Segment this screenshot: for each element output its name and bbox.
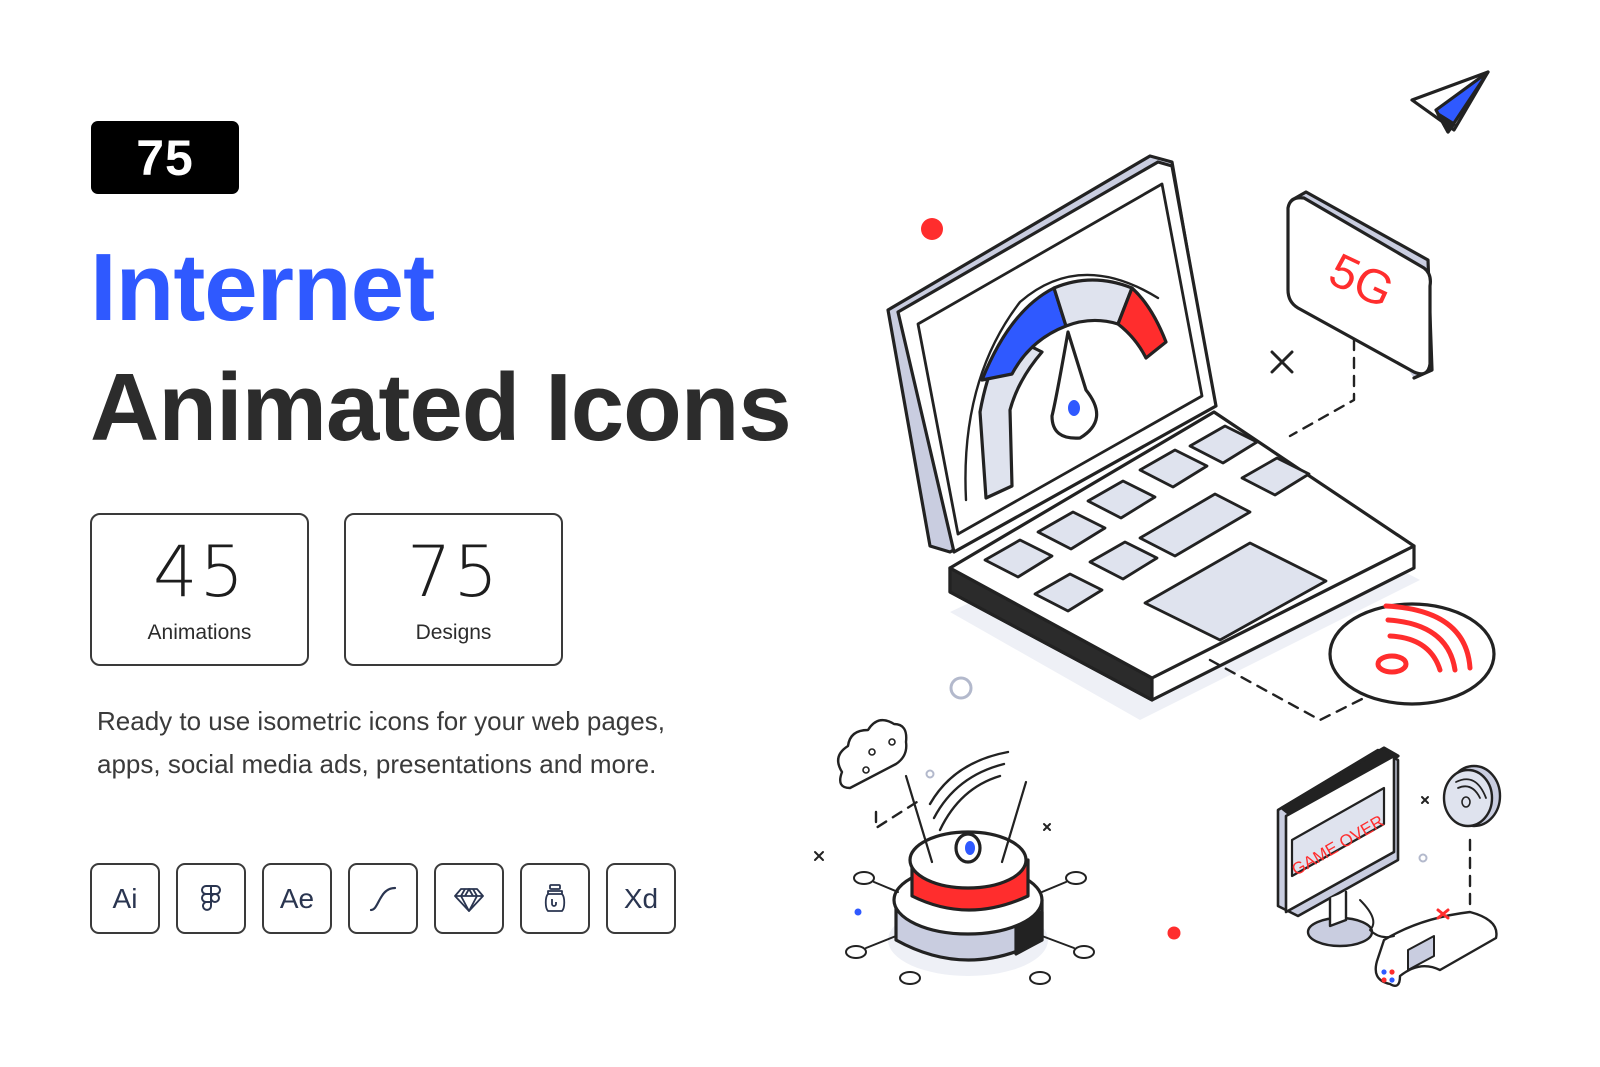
isometric-illustration: 5G GAME OVER — [702, 40, 1600, 1040]
ring-decoration — [949, 676, 973, 700]
lottie-jar-icon — [520, 863, 590, 934]
ring-decoration — [1418, 853, 1428, 863]
tool-label: Ai — [112, 882, 138, 914]
wifi-coin-icon — [1442, 764, 1502, 828]
ring-decoration — [925, 769, 935, 779]
stat-card-designs: 75 Designs — [344, 513, 563, 666]
red-dot-decoration — [921, 218, 943, 240]
gamepad-icon — [1359, 899, 1498, 987]
stat-value: 45 — [152, 531, 247, 613]
blue-dot-decoration — [854, 908, 862, 916]
stat-card-animations: 45 Animations — [90, 513, 309, 666]
sketch-diamond-icon — [434, 863, 504, 934]
title-animated-icons: Animated Icons — [90, 354, 792, 461]
stat-label: Designs — [415, 621, 492, 644]
tool-label: Xd — [623, 882, 659, 914]
stat-value: 75 — [406, 531, 501, 613]
illustrator-icon: Ai — [90, 863, 160, 934]
count-badge: 75 — [91, 121, 239, 194]
game-monitor-icon: GAME OVER — [1276, 746, 1400, 948]
figma-icon — [176, 863, 246, 934]
cloud-icon — [836, 718, 908, 790]
red-dot-decoration — [1167, 926, 1181, 940]
wifi-disc-icon — [1328, 602, 1496, 706]
paper-plane-icon — [1410, 70, 1490, 134]
5g-sign-icon: 5G — [1286, 190, 1434, 380]
stat-label: Animations — [147, 621, 252, 644]
wifi-router-icon — [845, 750, 1095, 985]
title-internet: Internet — [90, 234, 435, 341]
bezier-curve-icon — [348, 863, 418, 934]
tool-label: Ae — [279, 882, 315, 914]
after-effects-icon: Ae — [262, 863, 332, 934]
cross-decoration — [1270, 350, 1294, 374]
count-badge-text: 75 — [136, 129, 194, 186]
tool-compatibility-list: Ai Ae Xd — [90, 863, 676, 934]
description-text: Ready to use isometric icons for your we… — [97, 706, 665, 779]
adobe-xd-icon: Xd — [606, 863, 676, 934]
